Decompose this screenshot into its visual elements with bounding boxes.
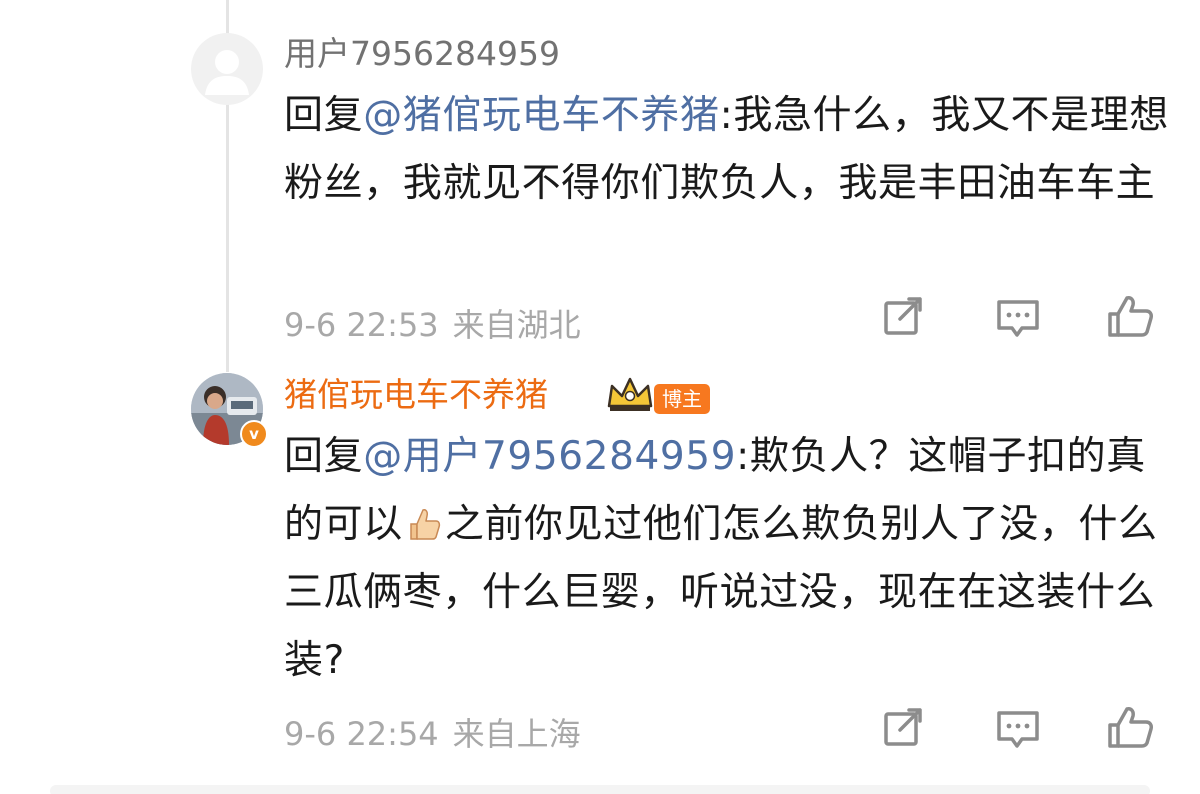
reply-prefix: 回复: [284, 93, 364, 138]
comment-location: 来自上海: [452, 715, 581, 753]
comment-meta: 9-6 22:53 来自湖北: [284, 305, 581, 345]
blogger-badge: 博主: [654, 384, 710, 414]
mention-link[interactable]: @用户7956284959: [363, 434, 736, 479]
person-silhouette-icon: [205, 50, 249, 95]
mention-link[interactable]: @猪倌玩电车不养猪: [363, 93, 719, 138]
comment-time: 9-6 22:53: [284, 306, 439, 344]
share-icon[interactable]: [880, 704, 928, 752]
default-avatar[interactable]: [191, 33, 263, 105]
comment-meta: 9-6 22:54 来自上海: [284, 714, 581, 754]
like-icon[interactable]: [1106, 292, 1154, 340]
bottom-reply-bar[interactable]: [50, 785, 1150, 794]
comment-icon[interactable]: [994, 706, 1042, 754]
comment-thread: 用户7956284959 回复@猪倌玩电车不养猪:我急什么，我又不是理想粉丝，我…: [0, 0, 1200, 794]
comment-location: 来自湖北: [452, 306, 581, 344]
reply-text: 回复@用户7956284959:欺负人？这帽子扣的真的可以 之前你见过他们怎么欺…: [284, 423, 1174, 695]
like-icon[interactable]: [1106, 703, 1154, 751]
thumbs-up-emoji-icon: [410, 509, 440, 540]
verified-badge: v: [240, 420, 268, 448]
author-username[interactable]: 猪倌玩电车不养猪: [284, 375, 548, 415]
reply-text: 回复@猪倌玩电车不养猪:我急什么，我又不是理想粉丝，我就见不得你们欺负人，我是丰…: [284, 82, 1174, 218]
comment-icon[interactable]: [994, 295, 1042, 343]
crown-icon: [607, 377, 653, 411]
username[interactable]: 用户7956284959: [284, 34, 560, 74]
share-icon[interactable]: [880, 293, 928, 341]
comment-time: 9-6 22:54: [284, 715, 439, 753]
reply-prefix: 回复: [284, 434, 364, 479]
